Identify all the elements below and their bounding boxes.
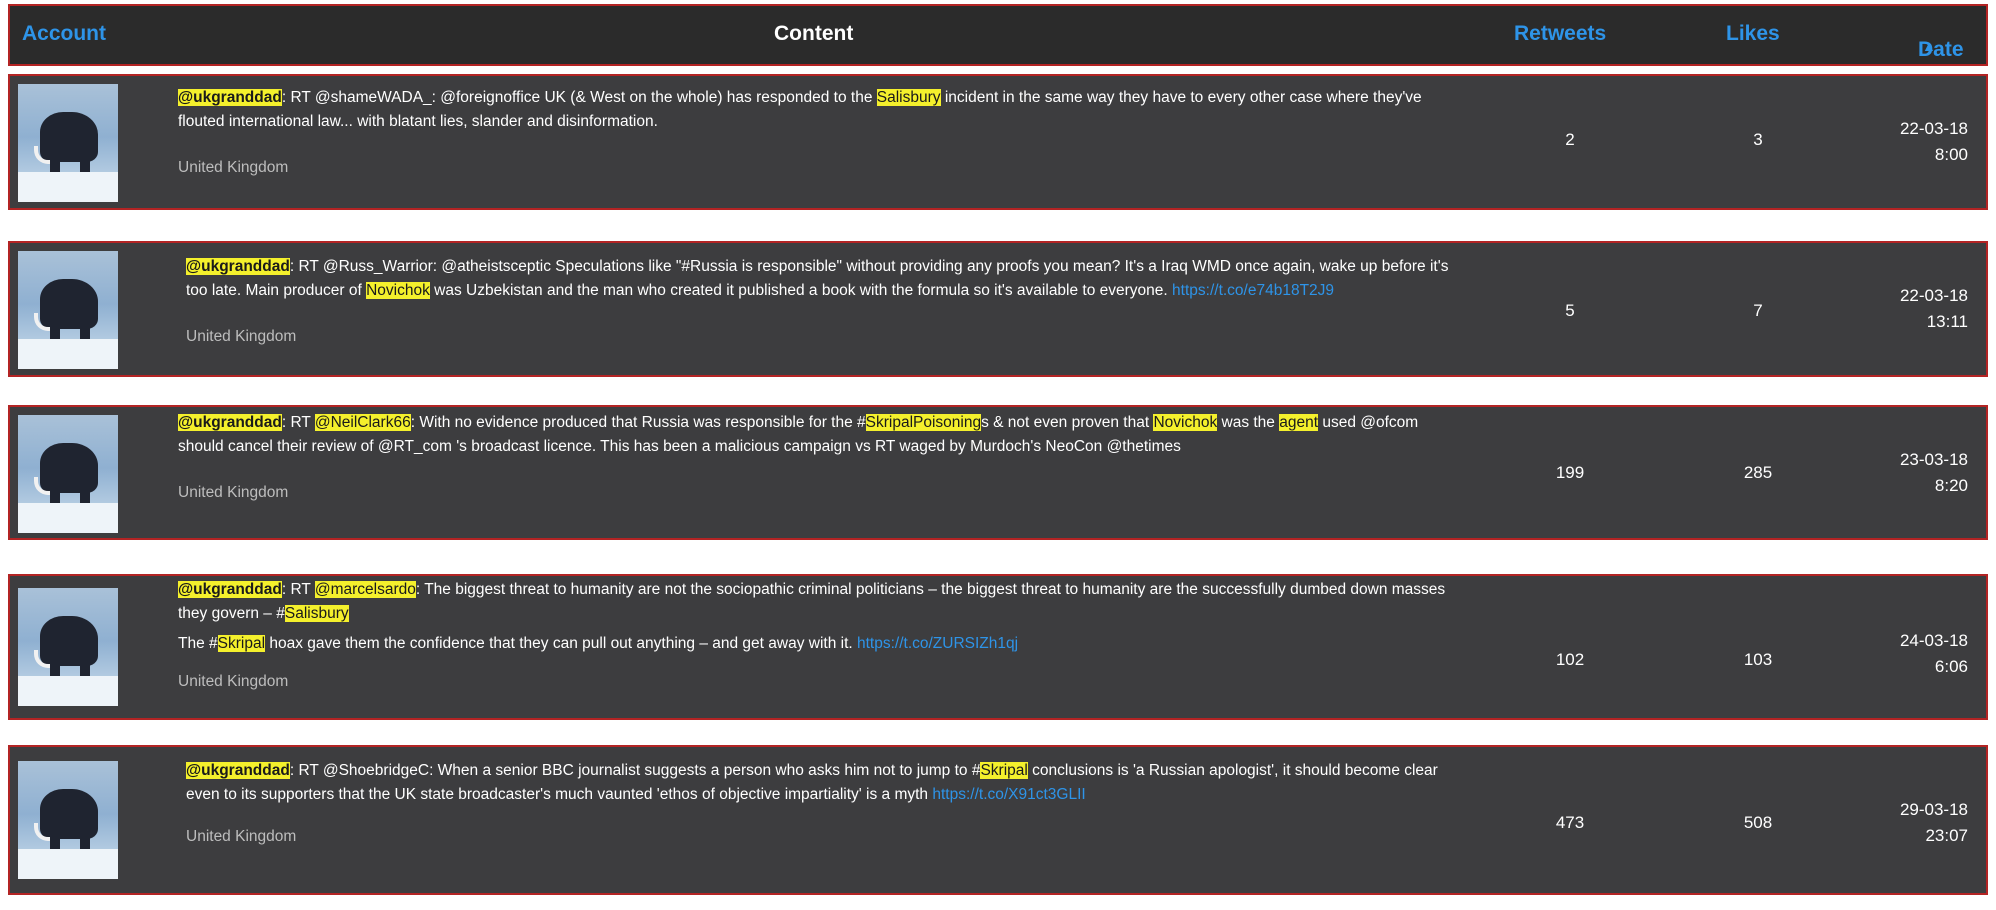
keyword-highlight: SkripalPoisoning xyxy=(865,414,982,431)
tweet-text: @ukgranddad: RT @ShoebridgeC: When a sen… xyxy=(186,762,1438,803)
keyword-highlight: Salisbury xyxy=(284,605,349,622)
table-row: @ukgranddad: RT @ShoebridgeC: When a sen… xyxy=(8,745,1988,895)
tweet-date: 22-03-18 8:00 xyxy=(1900,116,1968,168)
time-value: 6:06 xyxy=(1934,657,1968,676)
tweet-text: @ukgranddad: RT @Russ_Warrior: @atheists… xyxy=(186,258,1449,299)
table-header: Account Content Retweets Likes Date ▲ xyxy=(8,4,1988,66)
retweets-count: 473 xyxy=(1555,813,1585,832)
column-header-content[interactable]: Content xyxy=(774,22,853,46)
tweet-text: @ukgranddad: RT @shameWADA_: @foreignoff… xyxy=(178,89,1422,130)
tweet-date: 22-03-18 13:11 xyxy=(1900,283,1968,335)
date-value: 24-03-18 xyxy=(1899,631,1968,650)
retweets-count: 102 xyxy=(1555,650,1585,669)
retweets-count: 199 xyxy=(1555,463,1585,482)
tweet-date: 29-03-18 23:07 xyxy=(1900,797,1968,849)
avatar[interactable] xyxy=(18,251,118,369)
date-value: 23-03-18 xyxy=(1899,450,1968,469)
likes-count: 3 xyxy=(1753,130,1763,149)
sort-ascending-icon: ▲ xyxy=(1922,38,1936,54)
tweet-content: @ukgranddad: RT @marcelsardo: The bigges… xyxy=(178,578,1448,694)
time-value: 8:20 xyxy=(1934,476,1968,495)
username-link[interactable]: @ukgranddad xyxy=(178,581,282,598)
tweet-location: United Kingdom xyxy=(178,673,289,690)
tweet-content: @ukgranddad: RT @Russ_Warrior: @atheists… xyxy=(186,255,1456,349)
column-header-retweets[interactable]: Retweets xyxy=(1514,22,1606,46)
likes-count: 508 xyxy=(1743,813,1773,832)
date-value: 22-03-18 xyxy=(1899,119,1968,138)
retweets-count: 2 xyxy=(1565,130,1575,149)
avatar[interactable] xyxy=(18,415,118,533)
time-value: 13:11 xyxy=(1926,312,1968,331)
keyword-highlight: Salisbury xyxy=(876,89,941,106)
mention-highlight: @NeilClark66 xyxy=(314,414,411,431)
date-value: 29-03-18 xyxy=(1899,800,1968,819)
username-link[interactable]: @ukgranddad xyxy=(178,414,282,431)
tweet-date: 23-03-18 8:20 xyxy=(1900,447,1968,499)
column-header-likes[interactable]: Likes xyxy=(1726,22,1780,46)
username-link[interactable]: @ukgranddad xyxy=(178,89,282,106)
date-value: 22-03-18 xyxy=(1899,286,1968,305)
tweet-location: United Kingdom xyxy=(178,159,289,176)
tweet-date: 24-03-18 6:06 xyxy=(1900,628,1968,680)
keyword-highlight: Novichok xyxy=(1153,414,1218,431)
tweet-text: @ukgranddad: RT @NeilClark66: With no ev… xyxy=(178,414,1419,455)
avatar[interactable] xyxy=(18,588,118,706)
retweets-count: 5 xyxy=(1565,301,1575,320)
tweet-link[interactable]: https://t.co/X91ct3GLII xyxy=(932,786,1085,803)
table-row: @ukgranddad: RT @marcelsardo: The bigges… xyxy=(8,574,1988,720)
likes-count: 285 xyxy=(1743,463,1773,482)
tweet-content: @ukgranddad: RT @ShoebridgeC: When a sen… xyxy=(186,759,1456,849)
avatar[interactable] xyxy=(18,761,118,879)
likes-count: 103 xyxy=(1743,650,1773,669)
tweet-text-line: The #Skripal hoax gave them the confiden… xyxy=(178,635,1019,652)
mention-highlight: @marcelsardo xyxy=(314,581,416,598)
keyword-highlight: agent xyxy=(1279,414,1319,431)
likes-count: 7 xyxy=(1753,301,1763,320)
tweet-content: @ukgranddad: RT @NeilClark66: With no ev… xyxy=(178,411,1448,505)
time-value: 23:07 xyxy=(1925,826,1968,845)
table-row: @ukgranddad: RT @NeilClark66: With no ev… xyxy=(8,405,1988,540)
time-value: 8:00 xyxy=(1934,145,1968,164)
tweet-location: United Kingdom xyxy=(186,828,297,845)
tweet-link[interactable]: https://t.co/ZURSIZh1qj xyxy=(857,635,1018,652)
tweet-location: United Kingdom xyxy=(178,484,289,501)
table-row: @ukgranddad: RT @Russ_Warrior: @atheists… xyxy=(8,241,1988,377)
table-row: @ukgranddad: RT @shameWADA_: @foreignoff… xyxy=(8,74,1988,210)
username-link[interactable]: @ukgranddad xyxy=(186,762,290,779)
avatar[interactable] xyxy=(18,84,118,202)
keyword-highlight: Novichok xyxy=(366,282,430,299)
column-header-account[interactable]: Account xyxy=(22,22,106,46)
keyword-highlight: Skripal xyxy=(217,635,266,652)
tweet-text: @ukgranddad: RT @marcelsardo: The bigges… xyxy=(178,581,1446,622)
tweet-location: United Kingdom xyxy=(186,328,297,345)
tweet-content: @ukgranddad: RT @shameWADA_: @foreignoff… xyxy=(178,86,1448,180)
keyword-highlight: Skripal xyxy=(980,762,1028,779)
tweet-link[interactable]: https://t.co/e74b18T2J9 xyxy=(1172,282,1334,299)
username-link[interactable]: @ukgranddad xyxy=(186,258,290,275)
